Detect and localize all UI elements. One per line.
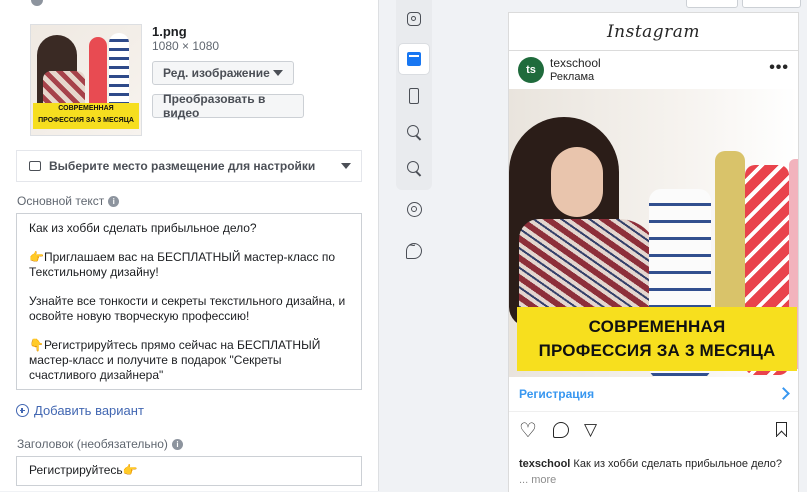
search-results-icon[interactable] [404, 158, 424, 178]
instagram-icon[interactable] [404, 9, 424, 29]
stories-icon[interactable] [404, 86, 424, 106]
primary-text-line: Как из хобби сделать прибыльное дело? [29, 221, 257, 235]
chevron-down-icon [273, 70, 283, 76]
file-dimensions: 1080 × 1080 [152, 39, 220, 53]
primary-text-line: 👉Приглашаем вас на БЕСПЛАТНЫЙ мастер-кла… [29, 250, 336, 264]
post-header: ts texschool Реклама ••• [509, 51, 798, 89]
monitor-icon [29, 161, 41, 171]
convert-to-video-button[interactable]: Преобразовать в видео [152, 92, 304, 120]
instagram-preview: Instagram ts texschool Реклама ••• СОВРЕ… [508, 12, 799, 492]
feed-icon[interactable] [399, 44, 429, 74]
messenger-icon[interactable] [404, 240, 424, 261]
edit-image-button[interactable]: Ред. изображение [152, 61, 294, 85]
info-icon[interactable]: i [171, 439, 183, 450]
marketplace-icon[interactable] [404, 199, 424, 219]
primary-text-field[interactable]: Как из хобби сделать прибыльное дело? 👉П… [16, 213, 362, 390]
thumbnail-banner-line-2: ПРОФЕССИЯ ЗА 3 МЕСЯЦА [38, 117, 134, 124]
cta-bar[interactable]: Регистрация [509, 377, 798, 412]
image-banner-line-2: ПРОФЕССИЯ ЗА 3 МЕСЯЦА [538, 341, 776, 360]
convert-to-video-label: Преобразовать в видео [163, 92, 266, 120]
preview-tab[interactable] [686, 0, 738, 8]
primary-text-line: мастер-класс и получите в подарок "Секре… [29, 353, 282, 367]
search-icon[interactable] [404, 122, 424, 142]
thumbnail-banner: СОВРЕМЕННАЯ ПРОФЕССИЯ ЗА 3 МЕСЯЦА [33, 103, 139, 129]
headline-value: Регистрируйтесь👉 [29, 463, 138, 477]
edit-image-label: Ред. изображение [163, 66, 270, 80]
primary-text-line: освойте новую творческую профессию! [29, 309, 250, 323]
preview-header: Instagram [509, 13, 798, 51]
more-options-icon[interactable]: ••• [769, 59, 789, 77]
avatar[interactable]: ts [518, 57, 544, 83]
primary-text-line: Текстильному дизайну! [29, 265, 159, 279]
chevron-down-icon [341, 163, 351, 169]
image-banner: СОВРЕМЕННАЯ ПРОФЕССИЯ ЗА 3 МЕСЯЦА [517, 307, 797, 371]
add-variant-button[interactable]: Добавить вариант [16, 403, 144, 418]
headline-field[interactable]: Регистрируйтесь👉 [16, 456, 362, 486]
add-variant-label: Добавить вариант [34, 403, 144, 418]
more-link[interactable]: ... more [519, 473, 789, 487]
placement-dropdown[interactable]: Выберите место размещение для настройки [16, 150, 362, 182]
image-banner-line-1: СОВРЕМЕННАЯ [588, 317, 726, 336]
heart-icon[interactable]: ♡ [519, 421, 537, 441]
file-name: 1.png [152, 24, 187, 39]
cta-label: Регистрация [519, 387, 595, 401]
placement-dropdown-label: Выберите место размещение для настройки [49, 159, 316, 173]
plus-circle-icon [16, 404, 29, 417]
chevron-right-icon [777, 387, 790, 400]
placement-toolbar [396, 0, 432, 259]
sponsored-label: Реклама [550, 71, 595, 83]
primary-text-line: счастливого дизайнера" [29, 368, 164, 382]
bookmark-icon[interactable] [776, 422, 787, 437]
headline-label: Заголовок (необязательно) i [17, 437, 183, 451]
info-icon[interactable] [31, 0, 43, 6]
post-actions: ♡ ▽ [509, 412, 798, 450]
primary-text-label: Основной текст i [17, 194, 120, 208]
media-thumbnail[interactable]: СОВРЕМЕННАЯ ПРОФЕССИЯ ЗА 3 МЕСЯЦА [30, 24, 142, 136]
share-icon[interactable]: ▽ [584, 421, 597, 439]
post-image[interactable]: СОВРЕМЕННАЯ ПРОФЕССИЯ ЗА 3 МЕСЯЦА [509, 89, 798, 377]
ad-editor-panel: СОВРЕМЕННАЯ ПРОФЕССИЯ ЗА 3 МЕСЯЦА 1.png … [0, 0, 379, 491]
caption-text: Как из хобби сделать прибыльное дело? [573, 458, 783, 470]
primary-text-line: 👇Регистрируйтесь прямо сейчас на БЕСПЛАТ… [29, 338, 321, 352]
thumbnail-banner-line-1: СОВРЕМЕННАЯ [58, 105, 114, 112]
post-caption: texschool Как из хобби сделать прибыльно… [519, 457, 789, 487]
primary-text-line: Узнайте все тонкости и секреты текстильн… [29, 294, 346, 308]
account-name[interactable]: texschool [550, 56, 601, 70]
comment-icon[interactable] [553, 422, 569, 438]
instagram-logo: Instagram [606, 21, 701, 42]
caption-account[interactable]: texschool [519, 458, 570, 470]
preview-tab[interactable] [742, 0, 801, 8]
info-icon[interactable]: i [108, 196, 120, 207]
